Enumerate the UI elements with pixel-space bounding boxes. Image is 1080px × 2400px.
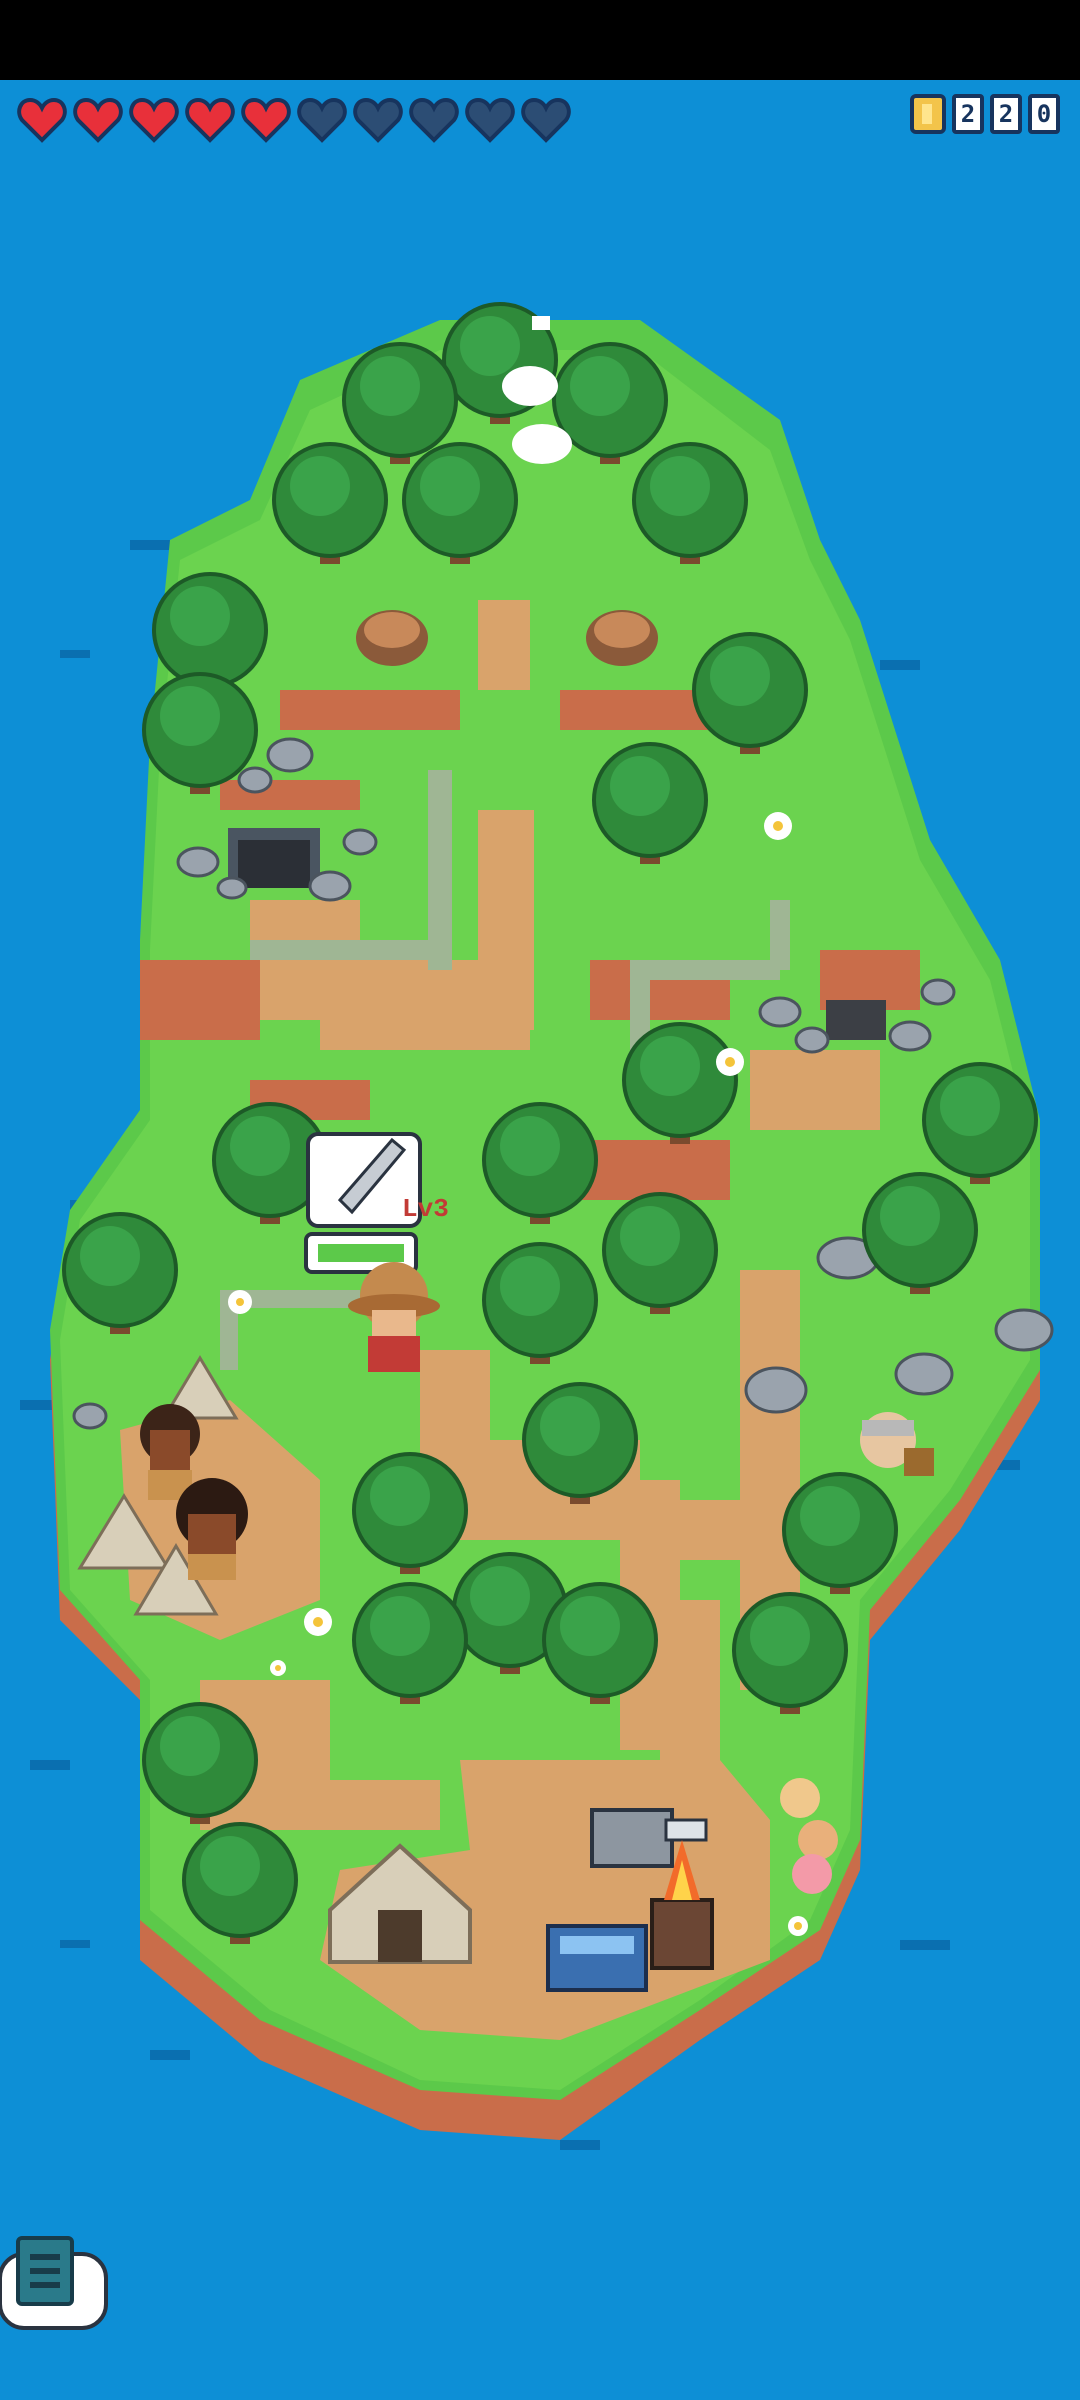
journal-button[interactable] bbox=[0, 2236, 110, 2332]
island-map[interactable]: Lv3 bbox=[0, 0, 1080, 2400]
crafting-bench[interactable] bbox=[546, 1924, 648, 1992]
cave[interactable] bbox=[826, 1000, 886, 1040]
mine-entrance[interactable] bbox=[228, 828, 320, 888]
player-level-label: Lv3 bbox=[402, 1194, 449, 1224]
